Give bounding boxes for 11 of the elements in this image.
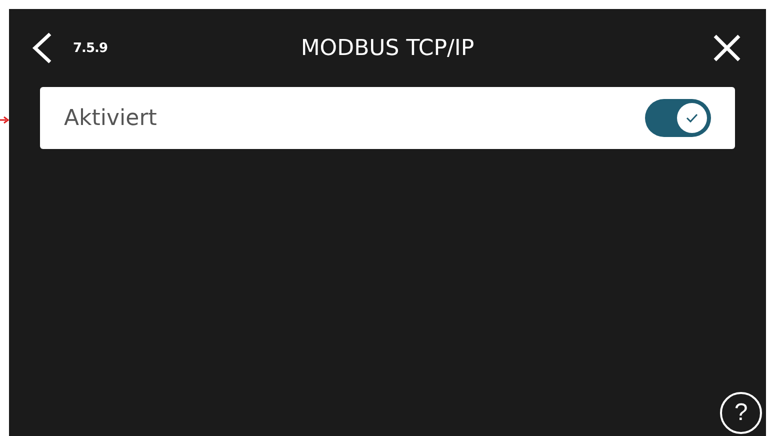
- toggle-switch[interactable]: [645, 99, 711, 137]
- section-number: 7.5.9: [73, 40, 108, 56]
- help-button[interactable]: ?: [720, 392, 762, 434]
- check-icon: [686, 113, 698, 123]
- close-icon: [712, 33, 742, 63]
- setting-label: Aktiviert: [64, 106, 157, 130]
- back-button[interactable]: [31, 30, 53, 66]
- arrow-icon: [0, 116, 9, 124]
- page-title: MODBUS TCP/IP: [300, 36, 474, 60]
- back-icon: [31, 30, 53, 66]
- close-button[interactable]: [712, 33, 742, 63]
